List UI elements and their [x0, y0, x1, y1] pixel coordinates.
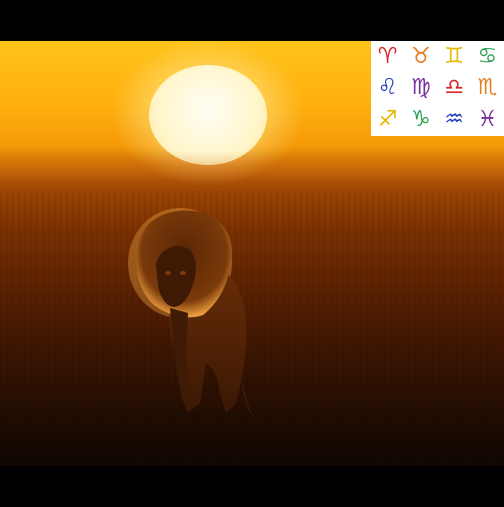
leo-icon: ♌︎ — [377, 75, 398, 101]
libra-icon: ♎︎ — [444, 75, 464, 101]
taurus-icon: ♉︎ — [411, 43, 431, 69]
lion-silhouette — [128, 208, 256, 417]
sun — [149, 65, 267, 165]
gemini-icon: ♊︎ — [444, 43, 464, 69]
zodiac-signs-grid: ♈︎ ♉︎ ♊︎ ♋︎ ♌︎ ♍︎ ♎︎ ♏︎ ♐︎ ♑︎ ♒︎ ♓︎ — [371, 41, 504, 136]
sagittarius-icon: ♐︎ — [377, 107, 398, 133]
cancer-icon: ♋︎ — [477, 43, 498, 69]
aquarius-icon: ♒︎ — [444, 107, 464, 133]
bottom-letterbox-bar — [0, 466, 504, 507]
horizon-haze — [0, 151, 504, 191]
virgo-icon: ♍︎ — [411, 75, 431, 101]
capricorn-icon: ♑︎ — [411, 107, 431, 133]
top-letterbox-bar — [0, 0, 504, 41]
scorpio-icon: ♏︎ — [477, 75, 498, 101]
pisces-icon: ♓︎ — [477, 107, 498, 133]
aries-icon: ♈︎ — [377, 43, 398, 69]
